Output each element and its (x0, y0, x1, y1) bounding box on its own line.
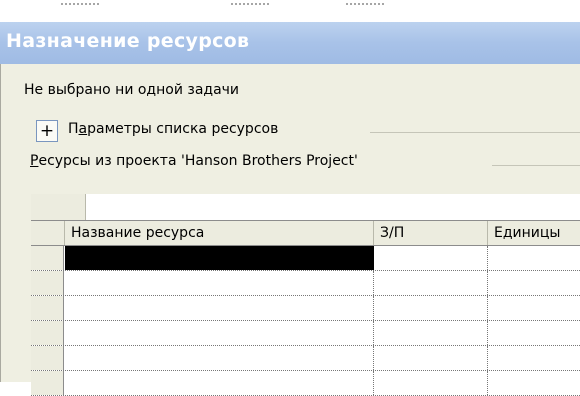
table-row (31, 271, 580, 296)
units-cell[interactable] (488, 346, 580, 370)
resource-list-options-label[interactable]: Параметры списка ресурсов (68, 121, 278, 137)
table-row (31, 296, 580, 321)
grid-edit-bar (31, 194, 580, 221)
table-row (31, 321, 580, 346)
params-label-pre: П (68, 121, 79, 137)
table-row (31, 346, 580, 371)
grid-rows (31, 246, 580, 396)
dotted-decoration (230, 3, 270, 5)
resource-name-cell[interactable] (65, 271, 374, 295)
rt-cell[interactable] (374, 246, 488, 270)
rt-cell[interactable] (374, 346, 488, 370)
pane-title: Назначение ресурсов (6, 30, 250, 52)
grid-edit-field[interactable] (86, 194, 580, 220)
row-selector[interactable] (31, 321, 64, 345)
no-task-selected-text: Не выбрано ни одной задачи (24, 82, 240, 98)
resource-name-cell[interactable] (65, 321, 374, 345)
params-label-post: раметры списка ресурсов (87, 121, 279, 137)
resource-name-cell[interactable] (65, 371, 374, 395)
rt-cell[interactable] (374, 371, 488, 395)
top-window-strip (0, 0, 580, 22)
group-separator-line (492, 165, 580, 166)
dotted-decoration (345, 3, 385, 5)
column-header-units[interactable]: Единицы (488, 221, 580, 245)
row-selector[interactable] (31, 246, 64, 270)
grid-corner (31, 194, 86, 220)
resource-grid: Название ресурса З/П Единицы (31, 194, 580, 396)
table-row (31, 246, 580, 271)
units-cell[interactable] (488, 321, 580, 345)
units-cell[interactable] (488, 271, 580, 295)
rt-cell[interactable] (374, 271, 488, 295)
pane-title-bar: Назначение ресурсов (0, 22, 580, 65)
row-selector-header[interactable] (31, 221, 65, 245)
grid-header-row: Название ресурса З/П Единицы (31, 221, 580, 246)
params-label-accesskey: а (78, 121, 88, 137)
table-row (31, 371, 580, 396)
row-selector[interactable] (31, 371, 64, 395)
rt-cell[interactable] (374, 296, 488, 320)
resource-name-cell[interactable] (65, 296, 374, 320)
resource-name-cell[interactable] (65, 346, 374, 370)
units-cell[interactable] (488, 246, 580, 270)
column-header-resource-name[interactable]: Название ресурса (65, 221, 374, 245)
row-selector[interactable] (31, 271, 64, 295)
column-header-rt[interactable]: З/П (374, 221, 488, 245)
resource-name-cell[interactable] (65, 246, 374, 270)
expand-params-button[interactable]: + (36, 120, 58, 142)
row-selector[interactable] (31, 346, 64, 370)
group-separator-line (370, 132, 580, 133)
units-cell[interactable] (488, 371, 580, 395)
units-cell[interactable] (488, 296, 580, 320)
row-selector[interactable] (31, 296, 64, 320)
resources-label-post: есурсы из проекта 'Hanson Brothers Proje… (38, 153, 358, 169)
resources-from-project-label: Ресурсы из проекта 'Hanson Brothers Proj… (30, 153, 358, 169)
dotted-decoration (60, 3, 100, 5)
rt-cell[interactable] (374, 321, 488, 345)
